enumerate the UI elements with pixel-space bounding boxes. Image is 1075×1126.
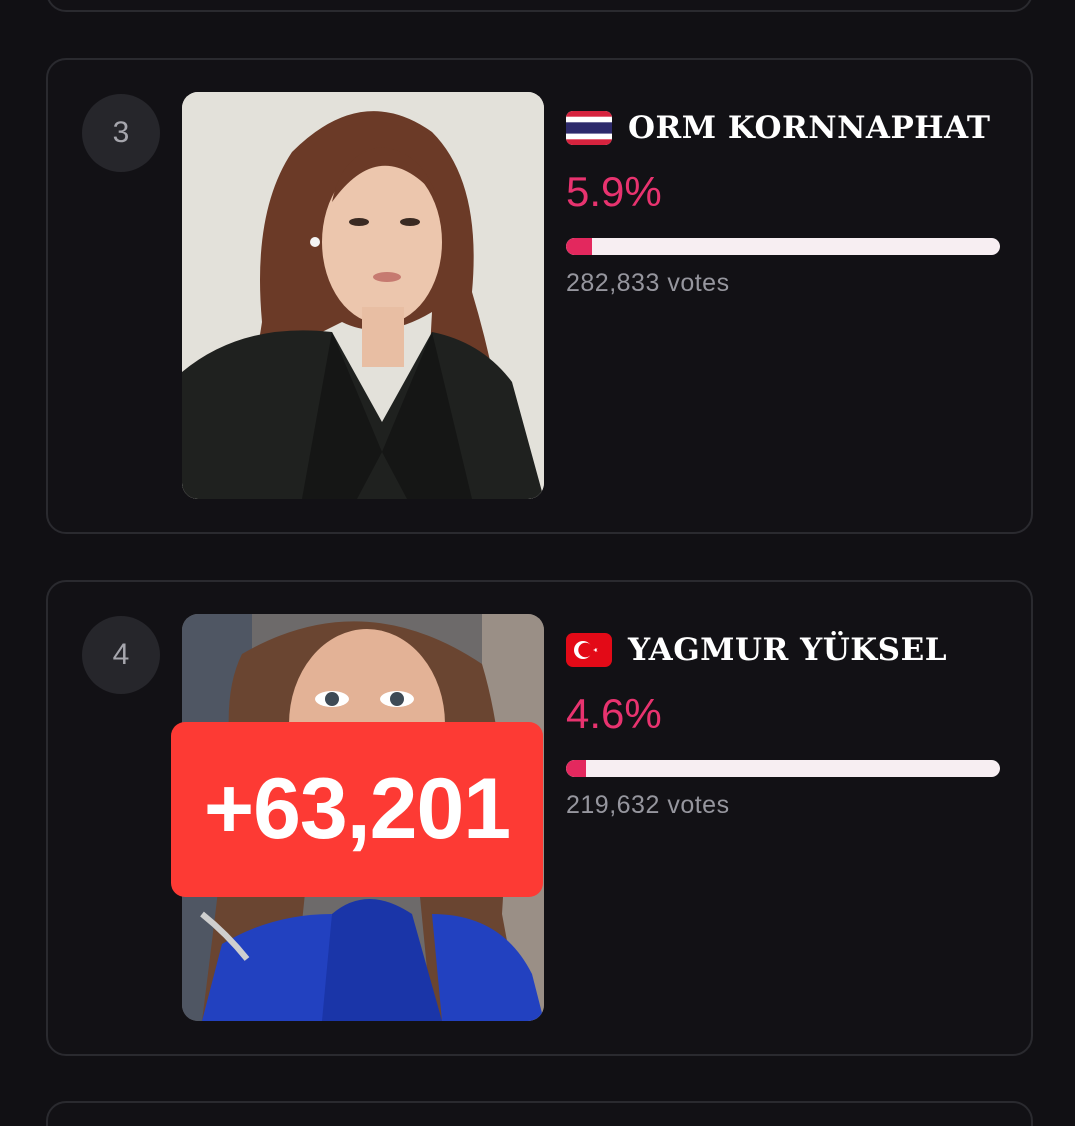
vote-progress-fill — [566, 760, 586, 777]
leaderboard-card[interactable]: 3 ORM KORNNAPHAT 5.9% 282,833 votes — [46, 58, 1033, 534]
thailand-flag-icon — [566, 111, 612, 145]
vote-count: 219,632 votes — [566, 791, 730, 819]
name-row: ORM KORNNAPHAT — [566, 104, 1002, 152]
leaderboard-page: 3 ORM KORNNAPHAT 5.9% 282,833 votes 4 YA… — [0, 0, 1075, 1126]
contestant-name: ORM KORNNAPHAT — [628, 110, 991, 146]
contestant-info: ORM KORNNAPHAT 5.9% 282,833 votes — [566, 104, 1002, 298]
rank-badge: 3 — [82, 94, 160, 172]
vote-gain-overlay-badge: +63,201 — [171, 722, 543, 897]
contestant-info: YAGMUR YÜKSEL 4.6% 219,632 votes — [566, 626, 1002, 820]
vote-count: 282,833 votes — [566, 269, 730, 297]
vote-progress-bar — [566, 238, 1000, 255]
turkey-flag-icon — [566, 633, 612, 667]
vote-progress-fill — [566, 238, 592, 255]
vote-percentage: 5.9% — [566, 168, 662, 215]
rank-badge: 4 — [82, 616, 160, 694]
leaderboard-card-partial-bottom[interactable] — [46, 1101, 1033, 1126]
contestant-photo — [182, 92, 544, 499]
vote-percentage: 4.6% — [566, 690, 662, 737]
name-row: YAGMUR YÜKSEL — [566, 626, 1002, 674]
vote-progress-bar — [566, 760, 1000, 777]
contestant-name: YAGMUR YÜKSEL — [628, 632, 947, 668]
leaderboard-card-partial-top[interactable] — [46, 0, 1033, 12]
